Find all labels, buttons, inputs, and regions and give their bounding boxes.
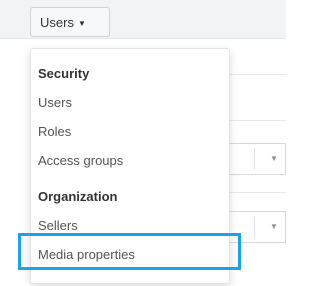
page-stage: ▼ ▼ Users ▼ Security Users Roles Access … [0, 0, 286, 286]
caret-down-icon: ▼ [77, 18, 86, 28]
caret-down-icon: ▼ [270, 222, 278, 231]
menu-item-media-properties[interactable]: Media properties [38, 247, 135, 263]
background-select[interactable]: ▼ [226, 143, 286, 175]
users-dropdown-menu: Security Users Roles Access groups Organ… [30, 48, 230, 284]
menu-item-sellers[interactable]: Sellers [38, 218, 78, 234]
select-separator [254, 216, 255, 238]
menu-header-organization: Organization [38, 189, 118, 204]
select-separator [254, 148, 255, 170]
caret-down-icon: ▼ [270, 154, 278, 163]
background-divider [230, 192, 286, 193]
menu-item-users[interactable]: Users [38, 95, 72, 111]
background-divider [230, 74, 286, 75]
menu-header-security: Security [38, 66, 90, 81]
menu-item-roles[interactable]: Roles [38, 124, 71, 140]
users-dropdown-label: Users [40, 14, 74, 30]
background-select[interactable]: ▼ [226, 211, 286, 243]
menu-item-access-groups[interactable]: Access groups [38, 153, 123, 169]
users-dropdown-button[interactable]: Users ▼ [30, 7, 110, 37]
background-divider [230, 120, 286, 121]
